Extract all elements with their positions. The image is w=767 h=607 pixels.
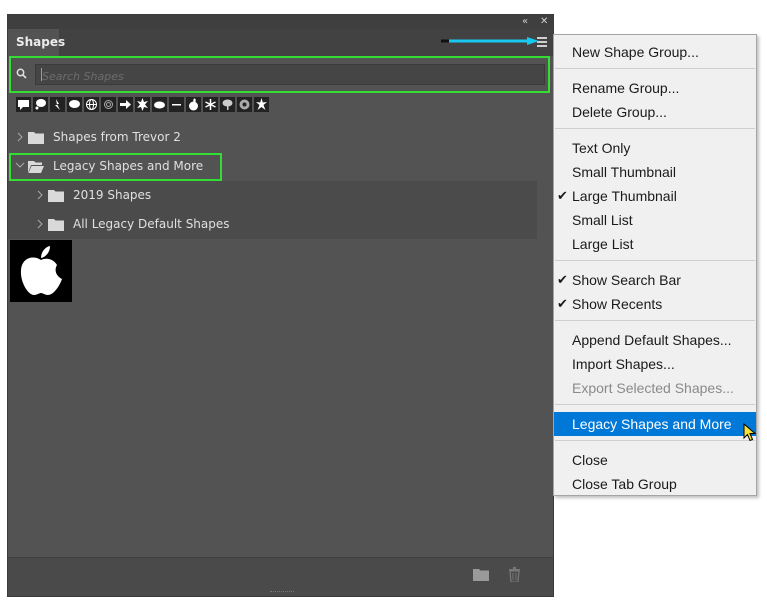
snowflake-icon[interactable] <box>203 97 218 112</box>
panel-titlebar: « ✕ <box>8 15 553 29</box>
checkmark-icon: ✔ <box>557 188 568 203</box>
thought-bubble-icon[interactable] <box>33 97 48 112</box>
menu-separator <box>555 128 755 129</box>
checkmark-icon: ✔ <box>557 296 568 311</box>
cloud-icon[interactable] <box>152 97 167 112</box>
group-row-trevor[interactable]: Shapes from Trevor 2 <box>8 123 537 152</box>
chevron-right-icon[interactable] <box>36 190 44 200</box>
globe-icon[interactable] <box>84 97 99 112</box>
starburst-2-icon[interactable] <box>254 97 269 112</box>
checkmark-icon: ✔ <box>557 272 568 287</box>
circle-badge-icon[interactable] <box>237 97 252 112</box>
menu-separator <box>555 440 755 441</box>
menu-item-show-search-bar[interactable]: ✔ Show Search Bar <box>554 268 756 292</box>
speech-bubble-icon[interactable] <box>16 97 31 112</box>
menu-item-delete-group[interactable]: Delete Group... <box>554 100 756 124</box>
menu-item-small-list[interactable]: Small List <box>554 208 756 232</box>
arrow-icon[interactable] <box>118 97 133 112</box>
new-group-folder-icon[interactable] <box>473 568 489 581</box>
menu-item-new-shape-group[interactable]: New Shape Group... <box>554 40 756 64</box>
close-icon[interactable]: ✕ <box>540 15 548 29</box>
menu-item-export-selected-shapes: Export Selected Shapes... <box>572 380 734 396</box>
oval-bubble-icon[interactable] <box>67 97 82 112</box>
folder-icon <box>48 190 64 202</box>
shapes-panel: « ✕ Shapes Search Shapes Shapes from Tre… <box>7 14 554 597</box>
apple-shape-thumbnail[interactable] <box>10 240 72 302</box>
search-icon <box>16 68 27 79</box>
menu-item-import-shapes[interactable]: Import Shapes... <box>554 352 756 376</box>
folder-icon <box>28 132 44 144</box>
menu-item-close-tab-group[interactable]: Close Tab Group <box>554 472 756 496</box>
search-input[interactable] <box>36 67 544 86</box>
menu-item-append-default-shapes[interactable]: Append Default Shapes... <box>554 328 756 352</box>
apple-icon[interactable] <box>186 97 201 112</box>
chevron-right-icon[interactable] <box>36 219 44 229</box>
group-label: All Legacy Default Shapes <box>73 217 230 231</box>
menu-item-large-thumbnail[interactable]: ✔ Large Thumbnail <box>554 184 756 208</box>
chevron-right-icon[interactable] <box>16 132 24 142</box>
mouse-cursor-icon <box>743 423 757 442</box>
group-row-2019[interactable]: 2019 Shapes <box>8 181 537 210</box>
menu-item-text-only[interactable]: Text Only <box>554 136 756 160</box>
menu-separator <box>555 68 755 69</box>
menu-separator <box>555 260 755 261</box>
menu-separator <box>555 320 755 321</box>
menu-separator <box>555 404 755 405</box>
group-label: Shapes from Trevor 2 <box>53 130 181 144</box>
lightning-icon[interactable] <box>50 97 65 112</box>
annotation-arrow <box>441 37 539 45</box>
menu-item-close[interactable]: Close <box>554 448 756 472</box>
search-field[interactable] <box>35 64 545 86</box>
trash-icon[interactable] <box>508 567 521 582</box>
collapse-icon[interactable]: « <box>522 15 528 29</box>
starburst-icon[interactable] <box>135 97 150 112</box>
menu-item-rename-group[interactable]: Rename Group... <box>554 76 756 100</box>
menu-item-legacy-shapes-and-more[interactable]: Legacy Shapes and More <box>554 412 756 436</box>
search-bar-highlight <box>9 56 550 93</box>
apple-icon <box>20 246 62 295</box>
panel-flyout-menu: New Shape Group... Rename Group... Delet… <box>553 34 757 496</box>
fingerprint-icon[interactable] <box>101 97 116 112</box>
folder-icon <box>48 219 64 231</box>
menu-item-small-thumbnail[interactable]: Small Thumbnail <box>554 160 756 184</box>
panel-footer <box>8 557 553 596</box>
dash-icon[interactable] <box>169 97 184 112</box>
tab-shapes[interactable]: Shapes <box>8 29 65 56</box>
group-row-all-legacy[interactable]: All Legacy Default Shapes <box>8 210 537 239</box>
group-label: 2019 Shapes <box>73 188 152 202</box>
legacy-group-highlight <box>9 153 222 181</box>
menu-item-large-list[interactable]: Large List <box>554 232 756 256</box>
resize-grip[interactable] <box>270 591 294 595</box>
tree-icon[interactable] <box>220 97 235 112</box>
menu-item-show-recents[interactable]: ✔ Show Recents <box>554 292 756 316</box>
